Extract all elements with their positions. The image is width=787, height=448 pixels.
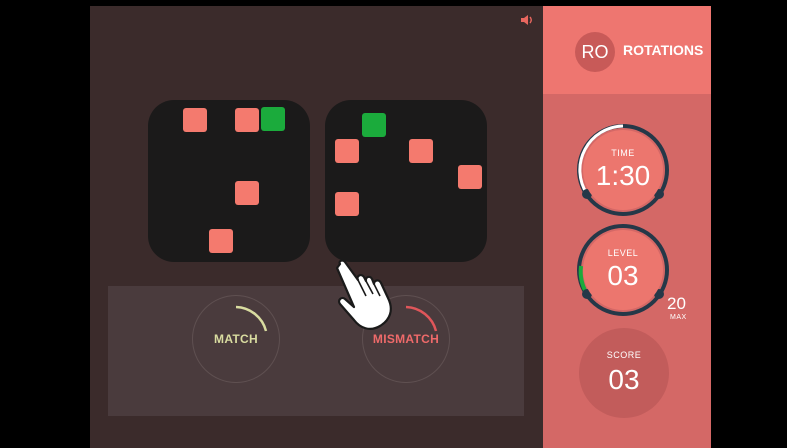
red-cell — [458, 165, 482, 189]
match-label: MATCH — [214, 332, 258, 346]
level-dial: LEVEL 03 — [575, 222, 671, 318]
time-display: TIME 1:30 — [583, 130, 663, 210]
level-max-label: MAX — [670, 314, 687, 321]
app-title: ROTATIONS — [623, 42, 704, 58]
match-button[interactable]: MATCH — [192, 295, 280, 383]
sidebar: RO ROTATIONS TIME 1:30 LEVEL 03 20 MAX S… — [543, 6, 711, 448]
speaker-icon[interactable] — [520, 14, 534, 26]
red-cell — [183, 108, 207, 132]
time-dial: TIME 1:30 — [575, 122, 671, 218]
level-label: LEVEL — [607, 248, 639, 258]
score-value: 03 — [608, 364, 640, 395]
level-display: LEVEL 03 — [583, 230, 663, 310]
hand-pointer-icon — [335, 259, 392, 330]
mismatch-label: MISMATCH — [372, 332, 440, 346]
app-badge: RO — [575, 32, 615, 72]
level-max-value: 20 — [667, 294, 686, 313]
sidebar-header: RO ROTATIONS — [543, 6, 711, 94]
level-value: 03 — [607, 260, 639, 291]
red-cell — [335, 192, 359, 216]
red-cell — [209, 229, 233, 253]
red-cell — [235, 108, 259, 132]
red-cell — [235, 181, 259, 205]
red-cell — [335, 139, 359, 163]
green-cell — [261, 107, 285, 131]
red-cell — [409, 139, 433, 163]
time-label: TIME — [611, 148, 635, 158]
left-pattern-grid — [148, 100, 310, 262]
green-cell — [362, 113, 386, 137]
answer-panel: MATCH MISMATCH — [108, 286, 524, 416]
right-pattern-grid — [325, 100, 487, 262]
time-value: 1:30 — [595, 160, 651, 191]
score-label: SCORE — [606, 350, 642, 360]
score-display: SCORE 03 — [579, 328, 669, 418]
